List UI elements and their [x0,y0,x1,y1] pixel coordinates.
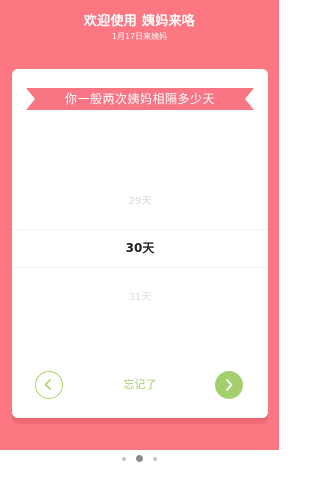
onboarding-page: 欢迎使用 姨妈来咯 1月17日来姨妈 你一般两次姨妈相隔多少天 29天 30天 … [0,0,279,480]
picker-option-next[interactable]: 31天 [12,288,268,303]
page-dot[interactable] [153,456,157,461]
question-text: 你一般两次姨妈相隔多少天 [64,92,215,106]
chevron-left-icon [44,379,51,390]
next-button[interactable] [215,371,243,399]
question-ribbon: 你一般两次姨妈相隔多少天 [26,88,254,110]
page-subtitle: 1月17日来姨妈 [111,32,168,41]
picker-divider-top [12,229,268,230]
picker-option-prev[interactable]: 29天 [12,192,268,207]
picker-option-selected[interactable]: 30天 [12,239,268,256]
header: 欢迎使用 姨妈来咯 1月17日来姨妈 [0,14,279,42]
forget-button[interactable]: 忘记了 [100,377,180,393]
chevron-right-icon [226,379,233,391]
page-dot-active[interactable] [136,455,143,462]
picker-divider-bottom [12,267,268,268]
previous-button[interactable] [35,371,63,399]
page-title: 欢迎使用 姨妈来咯 [83,14,196,29]
page-indicator [0,455,279,462]
page-dot[interactable] [122,456,126,461]
